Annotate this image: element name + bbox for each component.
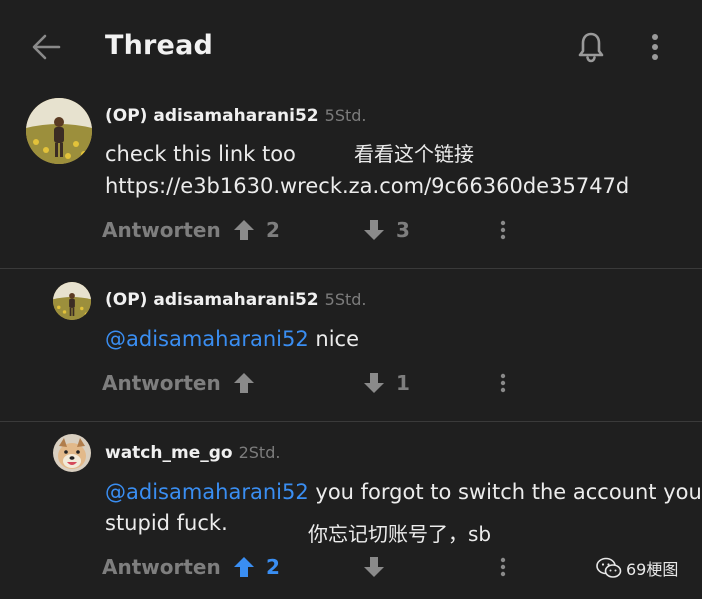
comment-text-line-1: @adisamaharani52 you forgot to switch th…: [105, 477, 702, 508]
arrow-up-icon: [234, 373, 254, 393]
more-options-button[interactable]: [640, 28, 670, 66]
top-app-bar: Thread: [0, 0, 702, 92]
reply-button[interactable]: Antworten: [102, 549, 221, 585]
reply-button[interactable]: Antworten: [102, 212, 221, 248]
divider: [0, 421, 702, 422]
watermark-text: 69梗图: [626, 560, 679, 579]
arrow-down-icon: [364, 373, 384, 393]
arrow-down-icon: [364, 557, 384, 577]
author-name[interactable]: (OP) adisamaharani52: [105, 290, 319, 310]
comment-header: watch_me_go 2Std.: [105, 443, 280, 463]
downvote-button[interactable]: [362, 549, 396, 585]
upvote-button[interactable]: [232, 365, 266, 401]
timestamp: 5Std.: [324, 106, 367, 125]
reply-button[interactable]: Antworten: [102, 365, 221, 401]
avatar-image: [53, 434, 91, 472]
more-vertical-icon: [500, 373, 506, 393]
avatar[interactable]: [53, 434, 91, 472]
author-name[interactable]: (OP) adisamaharani52: [105, 106, 319, 126]
more-vertical-icon: [652, 34, 658, 60]
avatar[interactable]: [53, 282, 91, 320]
upvote-button[interactable]: 2: [232, 549, 280, 585]
downvote-button[interactable]: 1: [362, 365, 410, 401]
avatar[interactable]: [26, 98, 92, 164]
back-button[interactable]: [28, 30, 64, 64]
arrow-down-icon: [364, 220, 384, 240]
comment-actions: Antworten 2 3: [102, 212, 522, 248]
upvote-button[interactable]: 2: [232, 212, 280, 248]
user-mention[interactable]: @adisamaharani52: [105, 327, 309, 351]
avatar-image: [26, 98, 92, 164]
downvote-count: 1: [396, 371, 410, 395]
translation-annotation: 你忘记切账号了，sb: [308, 522, 492, 546]
comment-more-button[interactable]: [491, 549, 515, 585]
timestamp: 5Std.: [324, 290, 367, 309]
thread-screen: Thread (OP) adisamaharani52 5Std. check …: [0, 0, 702, 599]
comment-more-button[interactable]: [491, 212, 515, 248]
comment-text-content: nice: [308, 327, 360, 351]
upvote-count: 2: [266, 218, 280, 242]
comment-text-line-2: stupid fuck.: [105, 511, 228, 535]
user-mention[interactable]: @adisamaharani52: [105, 480, 309, 504]
comment-more-button[interactable]: [491, 365, 515, 401]
more-vertical-icon: [500, 557, 506, 577]
avatar-image: [53, 282, 91, 320]
timestamp: 2Std.: [238, 443, 281, 462]
more-vertical-icon: [500, 220, 506, 240]
translation-annotation: 看看这个链接: [354, 142, 474, 166]
comment-actions: Antworten 1: [102, 365, 522, 401]
comment-link[interactable]: https://e3b1630.wreck.za.com/9c66360de35…: [105, 171, 629, 202]
comment-header: (OP) adisamaharani52 5Std.: [105, 290, 367, 310]
upvote-count: 2: [266, 555, 280, 579]
downvote-button[interactable]: 3: [362, 212, 410, 248]
comment-text-line-1: check this link too: [105, 142, 296, 166]
bell-icon: [578, 32, 604, 63]
wechat-icon: [596, 557, 622, 578]
divider: [0, 268, 702, 269]
notification-bell-button[interactable]: [572, 28, 610, 66]
comment-header: (OP) adisamaharani52 5Std.: [105, 106, 367, 126]
arrow-up-icon: [234, 220, 254, 240]
comment-actions: Antworten 2: [102, 549, 522, 585]
downvote-count: 3: [396, 218, 410, 242]
comment-text-content: you forgot to switch the account you: [308, 480, 702, 504]
page-title: Thread: [105, 30, 214, 61]
arrow-left-icon: [32, 34, 61, 60]
arrow-up-icon: [234, 557, 254, 577]
comment-text: @adisamaharani52 nice: [105, 324, 359, 355]
watermark: 69梗图: [596, 556, 678, 580]
author-name[interactable]: watch_me_go: [105, 443, 233, 463]
